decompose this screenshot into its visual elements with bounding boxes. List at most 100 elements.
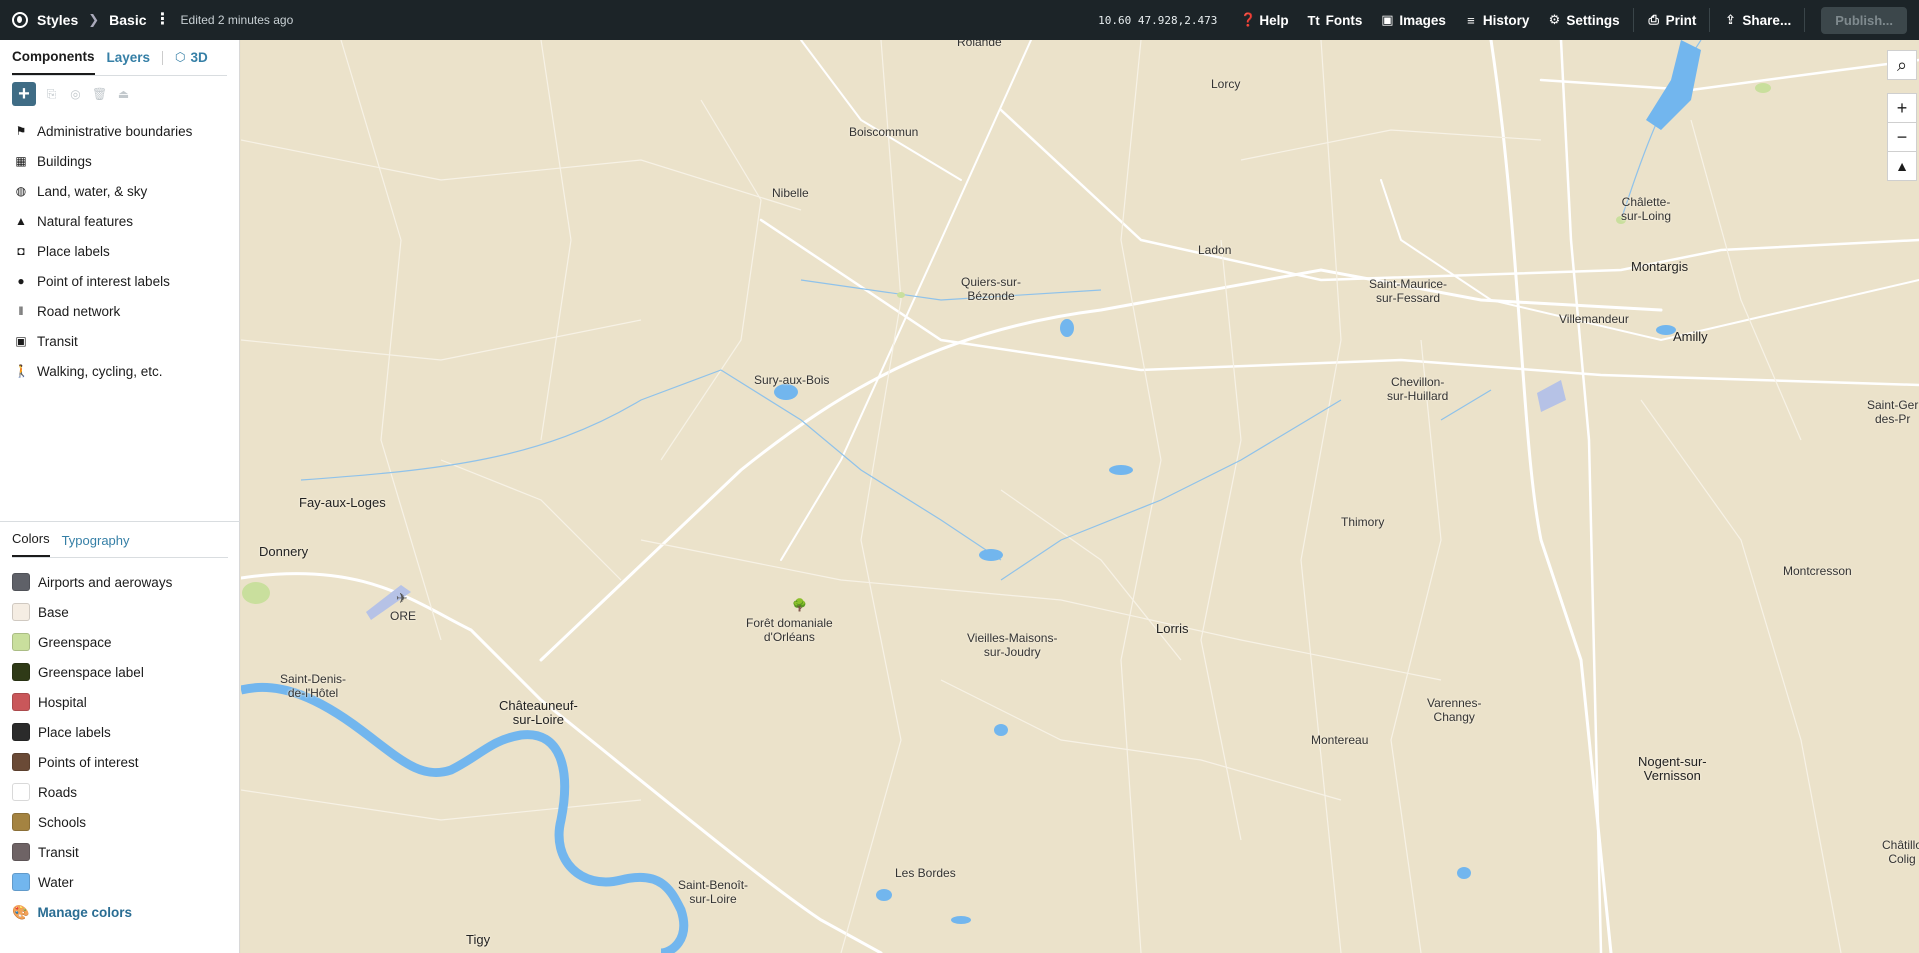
color-item[interactable]: Greenspace xyxy=(0,627,240,657)
help-button[interactable]: ❓ Help xyxy=(1231,0,1297,40)
settings-button[interactable]: ⚙ Settings xyxy=(1538,0,1628,40)
component-item[interactable]: ● Point of interest labels xyxy=(0,266,239,296)
component-item[interactable]: ▲ Natural features xyxy=(0,206,239,236)
place-label: Rolande xyxy=(957,40,1002,49)
color-label: Place labels xyxy=(38,724,111,740)
place-label: Les Bordes xyxy=(895,866,956,880)
images-button[interactable]: ▣ Images xyxy=(1371,0,1455,40)
color-label: Base xyxy=(38,604,69,620)
manage-colors-label: Manage colors xyxy=(37,904,132,920)
map-graphics xyxy=(241,40,1919,953)
print-button[interactable]: ⎙ Print xyxy=(1638,0,1706,40)
place-label: Amilly xyxy=(1673,329,1708,344)
duplicate-icon[interactable]: ⎘ xyxy=(44,87,59,102)
manage-colors-link[interactable]: 🎨 Manage colors xyxy=(0,897,240,927)
lower-tabs: Colors Typography xyxy=(12,522,228,558)
color-label: Greenspace label xyxy=(38,664,144,680)
color-swatch xyxy=(12,633,30,651)
tab-layers[interactable]: Layers xyxy=(107,42,151,74)
history-button[interactable]: ≡ History xyxy=(1455,0,1539,40)
breadcrumb-styles[interactable]: Styles xyxy=(37,12,78,28)
color-item[interactable]: Transit xyxy=(0,837,240,867)
place-label: Nogent-sur- Vernisson xyxy=(1638,754,1707,783)
component-item[interactable]: ▦ Buildings xyxy=(0,146,239,176)
place-label: Chevillon- sur-Huillard xyxy=(1387,375,1449,403)
place-label: ORE xyxy=(390,609,417,623)
color-label: Water xyxy=(38,874,74,890)
tab-colors[interactable]: Colors xyxy=(12,531,50,557)
streams xyxy=(300,40,1702,581)
component-item[interactable]: ▣ Transit xyxy=(0,326,239,356)
zoom-out-button[interactable]: − xyxy=(1887,122,1917,152)
map-canvas[interactable]: Rolande Lorcy Boiscommun Nibelle Ladon Quiers… xyxy=(241,40,1919,953)
zoom-level: 10.60 xyxy=(1098,13,1132,27)
airport-icon: ✈ xyxy=(396,590,408,606)
tab-3d[interactable]: ⬡ 3D xyxy=(175,42,208,74)
color-item[interactable]: Schools xyxy=(0,807,240,837)
color-swatch xyxy=(12,603,30,621)
color-item[interactable]: Water xyxy=(0,867,240,897)
color-item[interactable]: Hospital xyxy=(0,687,240,717)
airport-area xyxy=(366,380,1566,620)
color-label: Points of interest xyxy=(38,754,139,770)
settings-label: Settings xyxy=(1566,12,1620,28)
color-item[interactable]: Roads xyxy=(0,777,240,807)
map-position-readout: 10.60 47.928,2.473 xyxy=(1098,14,1217,27)
river-loire xyxy=(241,682,689,953)
share-label: Share... xyxy=(1742,12,1792,28)
place-label: Vieilles-Maisons- sur-Joudry xyxy=(967,631,1058,659)
compass-icon[interactable]: ▲ xyxy=(1887,151,1917,181)
publish-button[interactable]: Publish... xyxy=(1821,6,1907,34)
trash-icon[interactable]: 🗑 xyxy=(92,87,107,101)
zoom-in-button[interactable]: + xyxy=(1887,93,1917,123)
breadcrumb-style-name[interactable]: Basic xyxy=(109,12,146,28)
style-menu-icon[interactable]: ⋮ xyxy=(155,12,171,28)
color-item[interactable]: Airports and aeroways xyxy=(0,567,240,597)
component-item[interactable]: ◍ Land, water, & sky xyxy=(0,176,239,206)
app-logo-icon[interactable] xyxy=(12,12,28,28)
mountain-icon: ▲ xyxy=(15,214,27,228)
style-panel: Components Layers ⬡ 3D + ⎘ ◎ 🗑 ⏏ ⚑ Adminis… xyxy=(0,40,240,953)
add-component-button[interactable]: + xyxy=(12,82,36,106)
color-item[interactable]: Greenspace label xyxy=(0,657,240,687)
color-item[interactable]: Base xyxy=(0,597,240,627)
history-icon: ≡ xyxy=(1467,12,1475,28)
component-item[interactable]: ⚑ Administrative boundaries xyxy=(0,116,239,146)
eject-icon[interactable]: ⏏ xyxy=(116,87,131,101)
place-label: Fay-aux-Loges xyxy=(299,495,386,510)
fonts-button[interactable]: Tt Fonts xyxy=(1298,0,1372,40)
color-swatch xyxy=(12,693,30,711)
component-item[interactable]: ‖ Road network xyxy=(0,296,239,326)
color-item[interactable]: Points of interest xyxy=(0,747,240,777)
share-button[interactable]: ⇪ Share... xyxy=(1714,0,1800,40)
tab-components[interactable]: Components xyxy=(12,41,95,75)
place-label: Châlette- sur-Loing xyxy=(1621,195,1672,223)
tab-3d-label: 3D xyxy=(190,49,208,65)
fonts-label: Fonts xyxy=(1325,12,1363,28)
building-icon: ▦ xyxy=(15,154,27,168)
component-item[interactable]: ◘ Place labels xyxy=(0,236,239,266)
place-label: Thimory xyxy=(1341,515,1385,529)
toolbar-divider xyxy=(1632,8,1634,32)
component-label: Road network xyxy=(37,303,121,319)
search-icon[interactable]: ⌕ xyxy=(1887,50,1917,80)
component-item[interactable]: 🚶 Walking, cycling, etc. xyxy=(0,356,239,386)
place-label: Forêt domaniale d'Orléans xyxy=(746,616,833,644)
panel-tabs: Components Layers ⬡ 3D xyxy=(12,40,227,76)
place-label: Montargis xyxy=(1631,259,1689,274)
tab-typography[interactable]: Typography xyxy=(62,533,130,557)
color-swatch xyxy=(12,873,30,891)
place-label: Lorcy xyxy=(1211,77,1241,91)
print-label: Print xyxy=(1665,12,1697,28)
help-label: Help xyxy=(1259,12,1289,28)
color-swatch xyxy=(12,753,30,771)
images-label: Images xyxy=(1399,12,1446,28)
printer-icon: ⎙ xyxy=(1648,12,1659,27)
color-swatch xyxy=(12,573,30,591)
cube-icon: ⬡ xyxy=(175,50,186,64)
place-label: Lorris xyxy=(1156,621,1189,636)
hide-icon[interactable]: ◎ xyxy=(68,87,83,101)
color-item[interactable]: Place labels xyxy=(0,717,240,747)
history-label: History xyxy=(1482,12,1530,28)
help-icon: ❓ xyxy=(1240,12,1257,27)
